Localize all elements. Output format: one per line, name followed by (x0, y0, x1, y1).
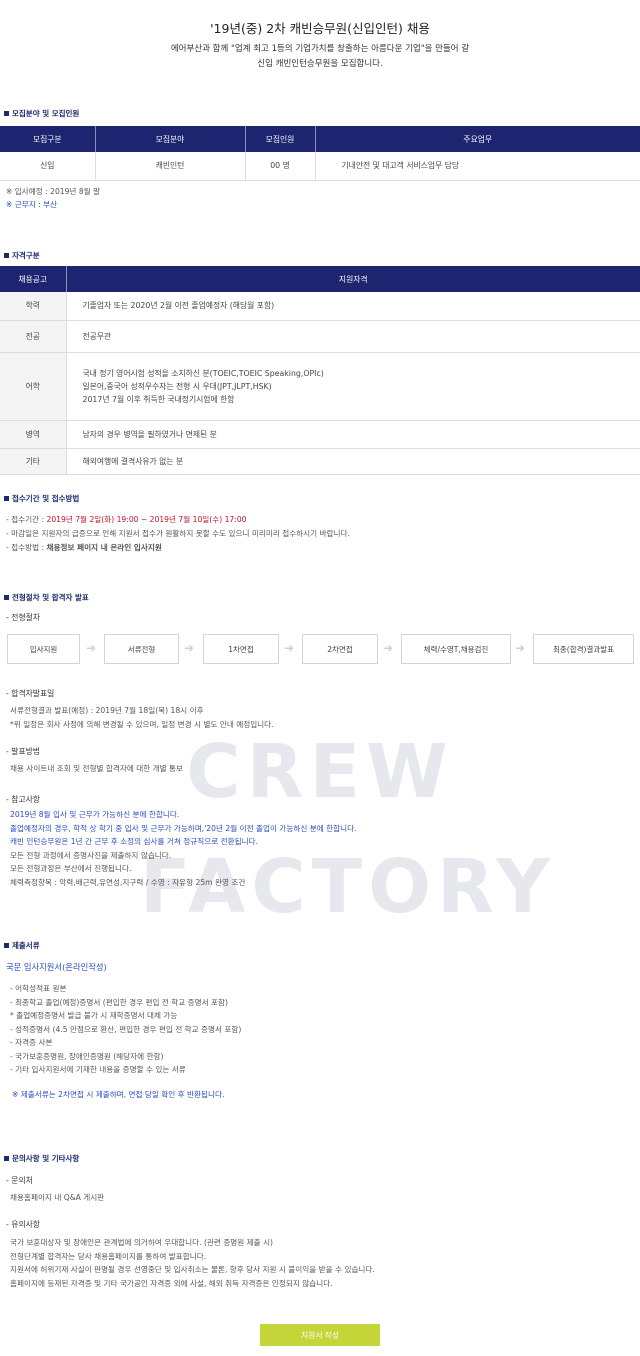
contact-heading: 문의사항 및 기타사항 (4, 1153, 79, 1164)
list-item: - 자격증 사본 (10, 1038, 53, 1047)
column-header: 주요업무 (315, 126, 640, 152)
table-row: 병역 남자의 경우 병역을 필하였거나 면제된 분 (0, 420, 640, 449)
documents-heading: 제출서류 (4, 940, 40, 951)
step-apply: 입사지원 (7, 634, 80, 664)
arrow-right-icon: ➜ (184, 641, 195, 655)
application-period: - 접수기간 : 2019년 7월 2일(화) 19:00 ~ 2019년 7월… (6, 515, 247, 524)
step-document-screening: 서류전형 (104, 634, 179, 664)
process-heading: 전형절차 및 합격자 발표 (4, 592, 89, 603)
row-label: 병역 (0, 420, 67, 449)
square-bullet-icon (4, 253, 9, 258)
row-line: 국내 정기 영어시험 성적을 소지하신 분(TOEIC,TOEIC Speaki… (82, 368, 324, 378)
inquiry-title: - 문의처 (6, 1176, 33, 1185)
step-final-result: 최종(합격)결과발표 (533, 634, 634, 664)
announce-line: 채용 사이트내 조회 및 전형별 합격자에 대한 개별 통보 (10, 764, 184, 773)
column-header: 지원자격 (66, 266, 640, 292)
application-method: - 접수방법 : 채용정보 페이지 내 온라인 입사지원 (6, 543, 162, 552)
apply-button[interactable]: 지원서 작성 (260, 1324, 380, 1346)
application-heading: 접수기간 및 접수방법 (4, 493, 79, 504)
row-label: 전공 (0, 320, 67, 353)
row-label: 기타 (0, 448, 67, 475)
row-line: 일본어,중국어 성적우수자는 전형 시 우대(JPT,JLPT,HSK) (82, 381, 272, 391)
row-value: 국내 정기 영어시험 성적을 소지하신 분(TOEIC,TOEIC Speaki… (66, 352, 640, 421)
list-item: 국가 보훈대상자 및 장애인은 관계법에 의거하여 우대합니다. (관련 증명원… (10, 1238, 274, 1247)
reference-lines: 2019년 8월 입사 및 근무가 가능하신 분에 한합니다. 졸업예정자의 경… (10, 810, 357, 887)
row-value: 전공무관 (66, 320, 640, 353)
recruit-table: 모집구분 모집분야 모집인원 주요업무 신입 캐빈인턴 00 명 기내안전 및 … (0, 126, 640, 181)
square-bullet-icon (4, 111, 9, 116)
arrow-right-icon: ➜ (515, 641, 526, 655)
row-value: 남자의 경우 병역을 필하였거나 면제된 분 (66, 420, 640, 449)
documents-list: - 어학성적표 원본 - 최종학교 졸업(예정)증명서 (편입한 경우 편입 전… (10, 982, 241, 1077)
caution-lines: 국가 보훈대상자 및 장애인은 관계법에 의거하여 우대합니다. (관련 증명원… (10, 1236, 375, 1290)
square-bullet-icon (4, 1156, 9, 1161)
list-item: 홈페이지에 등재된 자격증 및 기타 국가공인 자격증 외에 사설, 해외 취득… (10, 1278, 333, 1288)
list-item: - 성적증명서 (4.5 만점으로 환산, 편입한 경우 편입 전 학교 증명서… (10, 1024, 242, 1034)
row-value: 해외여행에 결격사유가 없는 분 (66, 448, 640, 475)
intro-line-2: 신입 캐빈인턴승무원을 모집합니다. (257, 59, 383, 69)
table-header-row: 채용공고 지원자격 (0, 266, 640, 292)
documents-form: 국문 입사지원서(온라인작성) (6, 962, 107, 972)
schedule-lines: 서류전형결과 발표(예정) : 2019년 7월 18일(목) 18시 이후 *… (10, 706, 274, 729)
schedule-title: - 합격자발표일 (6, 689, 55, 698)
step-first-interview: 1차면접 (203, 634, 279, 664)
table-cell: 캐빈인턴 (95, 152, 246, 181)
column-header: 모집구분 (0, 126, 96, 152)
table-header-row: 모집구분 모집분야 모집인원 주요업무 (0, 126, 640, 152)
row-line: 2017년 7월 이후 취득한 국내정기시험에 한함 (82, 394, 235, 404)
column-header: 모집분야 (95, 126, 246, 152)
table-row: 기타 해외여행에 결격사유가 없는 분 (0, 448, 640, 475)
inquiry-line: 채용홈페이지 내 Q&A 게시판 (10, 1193, 105, 1202)
step-physical-test: 체력/수영T,채용검진 (401, 634, 511, 664)
arrow-right-icon: ➜ (86, 641, 97, 655)
workplace-note: ※ 근무지 : 부산 (6, 200, 58, 209)
square-bullet-icon (4, 595, 9, 600)
intro-line-1: 에어부산과 함께 "업계 최고 1등의 기업가치를 창출하는 아름다운 기업"을… (170, 44, 470, 54)
announce-title: - 발표방법 (6, 747, 40, 756)
step-second-interview: 2차면접 (302, 634, 378, 664)
list-item: - 국가보훈증명원, 장애인증명원 (해당자에 한함) (10, 1051, 164, 1061)
row-label: 학력 (0, 292, 67, 321)
table-row: 어학 국내 정기 영어시험 성적을 소지하신 분(TOEIC,TOEIC Spe… (0, 352, 640, 421)
list-item: 지원서에 허위기재 사실이 판명될 경우 선영중단 및 입사취소는 물론, 향후… (10, 1265, 375, 1274)
documents-note: ※ 제출서류는 2차면접 시 제출하며, 면접 당일 확인 후 반환됩니다. (12, 1090, 225, 1099)
caution-title: - 유의사항 (6, 1220, 40, 1229)
steps-title: - 전형절차 (6, 613, 40, 622)
arrow-right-icon: ➜ (383, 641, 394, 655)
application-period-note: - 마감일은 지원자의 급증으로 인해 지원서 접수가 원활하지 못할 수도 있… (6, 529, 350, 538)
start-date-note: ※ 입사예정 : 2019년 8월 말 (6, 187, 101, 196)
page-title: '19년(중) 2차 캐빈승무원(신입인턴) 채용 (210, 21, 430, 36)
table-row: 전공 전공무관 (0, 320, 640, 353)
table-row: 신입 캐빈인턴 00 명 기내안전 및 대고객 서비스업무 담당 (0, 152, 640, 181)
column-header: 모집인원 (245, 126, 316, 152)
table-cell: 00 명 (245, 152, 316, 181)
square-bullet-icon (4, 943, 9, 948)
table-row: 학력 기졸업자 또는 2020년 2월 이전 졸업예정자 (해당월 포함) (0, 292, 640, 321)
column-header: 채용공고 (0, 266, 67, 292)
arrow-right-icon: ➜ (284, 641, 295, 655)
list-item: - 어학성적표 원본 (10, 984, 67, 993)
table-cell: 신입 (0, 152, 96, 181)
list-item: * 졸업예정증명서 발급 불가 시 재학증명서 대체 가능 (10, 1011, 178, 1020)
watermark-crew: CREW (186, 729, 454, 815)
recruit-heading: 모집분야 및 모집인원 (4, 108, 79, 119)
list-item: - 최종학교 졸업(예정)증명서 (편입한 경우 편입 전 학교 증명서 포함) (10, 997, 228, 1007)
list-item: - 기타 입사지원서에 기재한 내용을 증명할 수 있는 서류 (10, 1065, 186, 1074)
qualification-table: 채용공고 지원자격 학력 기졸업자 또는 2020년 2월 이전 졸업예정자 (… (0, 266, 640, 475)
row-value: 기졸업자 또는 2020년 2월 이전 졸업예정자 (해당월 포함) (66, 292, 640, 321)
table-cell: 기내안전 및 대고객 서비스업무 담당 (315, 152, 640, 181)
reference-title: - 참고사항 (6, 795, 40, 804)
square-bullet-icon (4, 496, 9, 501)
row-label: 어학 (0, 352, 67, 421)
qualification-heading: 자격구분 (4, 250, 40, 261)
list-item: 전형단계별 합격자는 당사 채용홈페이지를 통하여 발표합니다. (10, 1251, 207, 1261)
